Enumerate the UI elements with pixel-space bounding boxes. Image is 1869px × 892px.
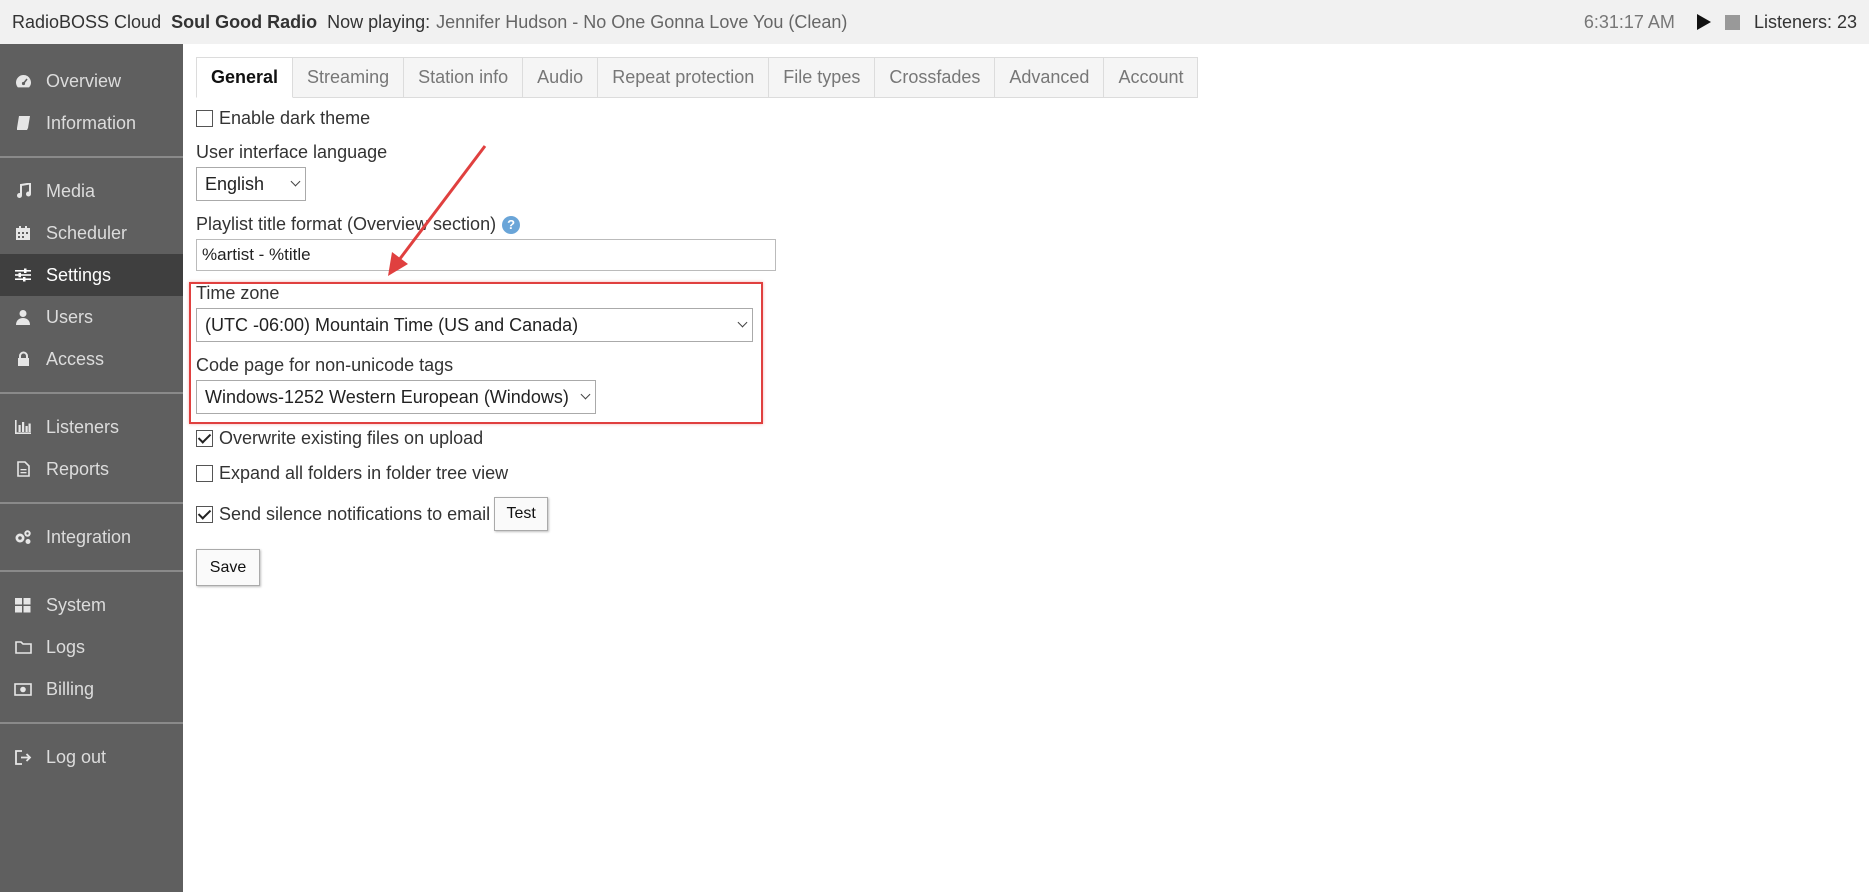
station-name: Soul Good Radio xyxy=(171,11,318,32)
help-icon[interactable]: ? xyxy=(502,215,521,234)
user-icon xyxy=(14,308,32,326)
sidebar-item-label: Overview xyxy=(46,70,122,91)
settings-tabs: General Streaming Station info Audio Rep… xyxy=(196,57,1199,98)
sidebar-item-users[interactable]: Users xyxy=(0,296,183,338)
sidebar-item-label: Settings xyxy=(46,264,112,285)
chevron-down-icon xyxy=(290,176,301,187)
expand-folders-label: Expand all folders in folder tree view xyxy=(219,463,509,483)
sidebar-divider xyxy=(0,502,183,504)
sidebar-divider xyxy=(0,722,183,724)
sidebar-item-system[interactable]: System xyxy=(0,584,183,626)
timezone-value: (UTC -06:00) Mountain Time (US and Canad… xyxy=(205,314,579,335)
sidebar: Overview Information Media Scheduler Set… xyxy=(0,44,183,892)
overwrite-label: Overwrite existing files on upload xyxy=(219,428,484,448)
tab-advanced[interactable]: Advanced xyxy=(995,57,1105,98)
dashboard-icon xyxy=(14,72,32,90)
codepage-select[interactable]: Windows-1252 Western European (Windows) xyxy=(196,380,596,414)
listeners-count: Listeners: 23 xyxy=(1753,11,1857,32)
timezone-label: Time zone xyxy=(196,283,280,303)
playlist-format-label-row: Playlist title format (Overview section)… xyxy=(196,214,521,235)
playlist-format-input[interactable]: %artist - %title xyxy=(196,239,776,271)
now-playing-label: Now playing: xyxy=(327,11,431,32)
language-select[interactable]: English xyxy=(196,167,306,201)
chevron-down-icon xyxy=(737,317,748,328)
tab-file-types[interactable]: File types xyxy=(769,57,876,98)
bar-chart-icon xyxy=(14,418,32,436)
playlist-format-label: Playlist title format (Overview section) xyxy=(196,214,497,234)
sidebar-item-label: Listeners xyxy=(46,416,120,437)
sidebar-item-media[interactable]: Media xyxy=(0,170,183,212)
file-icon xyxy=(14,460,32,478)
logout-icon xyxy=(14,748,32,766)
silence-notify-label: Send silence notifications to email xyxy=(219,503,491,524)
grid-icon xyxy=(14,596,32,614)
sidebar-item-label: Media xyxy=(46,180,96,201)
sidebar-item-label: Scheduler xyxy=(46,222,128,243)
overwrite-checkbox[interactable] xyxy=(196,430,213,447)
sidebar-item-label: Billing xyxy=(46,678,95,699)
dark-theme-checkbox[interactable] xyxy=(196,110,213,127)
calendar-icon xyxy=(14,224,32,242)
tab-crossfades[interactable]: Crossfades xyxy=(875,57,996,98)
sidebar-item-logout[interactable]: Log out xyxy=(0,736,183,778)
sidebar-item-listeners[interactable]: Listeners xyxy=(0,406,183,448)
gears-icon xyxy=(14,528,32,546)
sidebar-item-scheduler[interactable]: Scheduler xyxy=(0,212,183,254)
lock-icon xyxy=(14,350,32,368)
sidebar-item-label: Log out xyxy=(46,746,107,767)
chevron-down-icon xyxy=(580,389,591,400)
sidebar-item-logs[interactable]: Logs xyxy=(0,626,183,668)
silence-notify-row: Send silence notifications to email Test xyxy=(196,497,549,531)
sidebar-item-label: Reports xyxy=(46,458,110,479)
money-icon xyxy=(14,680,32,698)
language-label: User interface language xyxy=(196,142,388,162)
tab-station-info[interactable]: Station info xyxy=(404,57,524,98)
music-icon xyxy=(14,182,32,200)
sidebar-item-information[interactable]: Information xyxy=(0,102,183,144)
play-icon[interactable] xyxy=(1696,14,1711,30)
sidebar-item-label: System xyxy=(46,594,107,615)
dark-theme-row: Enable dark theme xyxy=(196,108,370,129)
sidebar-item-integration[interactable]: Integration xyxy=(0,516,183,558)
overwrite-row: Overwrite existing files on upload xyxy=(196,428,483,449)
now-playing-track: Jennifer Hudson - No One Gonna Love You … xyxy=(436,11,848,32)
tab-streaming[interactable]: Streaming xyxy=(293,57,405,98)
sidebar-item-label: Logs xyxy=(46,636,86,657)
tab-repeat-protection[interactable]: Repeat protection xyxy=(598,57,770,98)
save-button[interactable]: Save xyxy=(196,549,260,586)
sidebar-item-label: Integration xyxy=(46,526,132,547)
codepage-label: Code page for non-unicode tags xyxy=(196,355,454,375)
expand-folders-checkbox[interactable] xyxy=(196,465,213,482)
tab-account[interactable]: Account xyxy=(1104,57,1199,98)
tab-general[interactable]: General xyxy=(196,57,294,98)
top-bar: RadioBOSS Cloud Soul Good Radio Now play… xyxy=(0,0,1869,44)
sidebar-item-settings[interactable]: Settings xyxy=(0,254,183,296)
codepage-value: Windows-1252 Western European (Windows) xyxy=(205,386,569,407)
sidebar-divider xyxy=(0,392,183,394)
language-value: English xyxy=(205,173,265,194)
sliders-icon xyxy=(14,266,32,284)
timezone-select[interactable]: (UTC -06:00) Mountain Time (US and Canad… xyxy=(196,308,753,342)
folder-icon xyxy=(14,638,32,656)
stop-icon[interactable] xyxy=(1724,14,1740,30)
silence-notify-checkbox[interactable] xyxy=(196,505,213,523)
app-name: RadioBOSS Cloud xyxy=(12,11,162,32)
sidebar-divider xyxy=(0,570,183,572)
sidebar-item-access[interactable]: Access xyxy=(0,338,183,380)
sidebar-item-billing[interactable]: Billing xyxy=(0,668,183,710)
dark-theme-label: Enable dark theme xyxy=(219,108,371,128)
sidebar-item-reports[interactable]: Reports xyxy=(0,448,183,490)
book-icon xyxy=(14,114,32,132)
sidebar-item-overview[interactable]: Overview xyxy=(0,60,183,102)
expand-folders-row: Expand all folders in folder tree view xyxy=(196,463,508,484)
sidebar-item-label: Information xyxy=(46,112,137,133)
sidebar-item-label: Users xyxy=(46,306,94,327)
tab-audio[interactable]: Audio xyxy=(523,57,599,98)
sidebar-item-label: Access xyxy=(46,348,105,369)
test-button[interactable]: Test xyxy=(494,497,549,531)
sidebar-divider xyxy=(0,156,183,158)
playlist-format-value: %artist - %title xyxy=(202,245,311,264)
clock: 6:31:17 AM xyxy=(1583,11,1675,32)
